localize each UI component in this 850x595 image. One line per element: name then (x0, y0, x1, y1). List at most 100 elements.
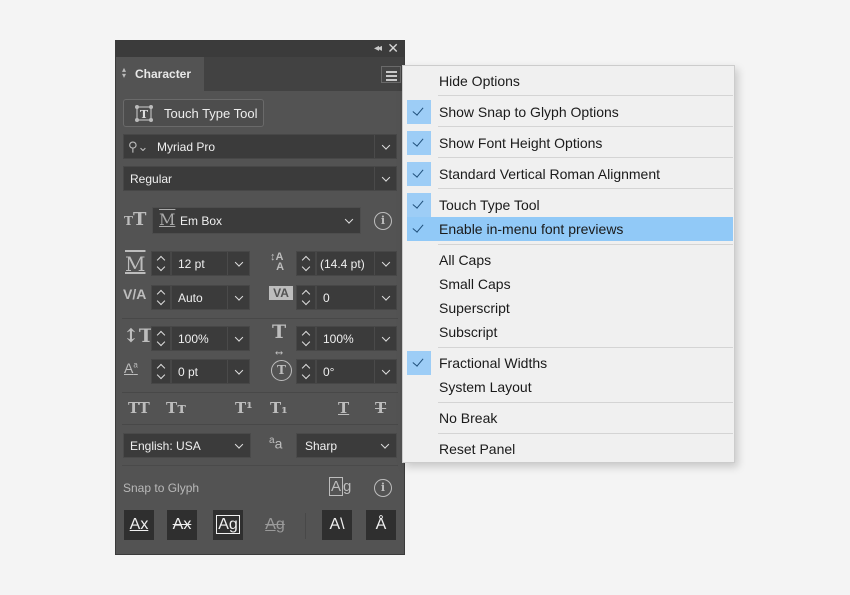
snap-proximity-button[interactable]: Ag (260, 510, 290, 540)
menu-item-touch-type-tool[interactable]: Touch Type Tool (403, 193, 734, 217)
snap-glyph-bounds-button[interactable]: Ag (213, 510, 243, 540)
font-size-field[interactable]: 12 pt (171, 251, 250, 276)
menu-item-hide-options[interactable]: Hide Options (403, 69, 734, 93)
checkmark-icon (407, 131, 431, 155)
kerning-stepper[interactable] (151, 285, 171, 310)
font-size-dropdown[interactable] (227, 252, 249, 275)
kerning-dropdown[interactable] (227, 286, 249, 309)
touch-type-label: Touch Type Tool (164, 106, 258, 121)
leading-stepper[interactable] (296, 251, 316, 276)
close-icon[interactable]: ✕ (387, 40, 399, 57)
snap-anchor-button[interactable]: Å (366, 510, 396, 540)
glyph-bounds-icon[interactable]: Ag (329, 477, 351, 496)
rotation-field[interactable]: 0° (316, 359, 397, 384)
chevron-down-icon[interactable] (156, 337, 166, 347)
tracking-stepper[interactable] (296, 285, 316, 310)
kerning-field[interactable]: Auto (171, 285, 250, 310)
chevron-down-icon[interactable] (156, 370, 166, 380)
menu-item-label: Reset Panel (439, 441, 516, 457)
snap-angular-button[interactable]: A\ (322, 510, 352, 540)
chevron-down-icon (380, 439, 390, 449)
tab-arrows-icon: ▴ ▾ (122, 65, 127, 80)
menu-item-enable-font-previews[interactable]: Enable in-menu font previews (407, 217, 733, 241)
font-style-dropdown[interactable] (374, 167, 396, 190)
underline-button[interactable]: T (338, 399, 349, 417)
vertical-scale-stepper[interactable] (151, 326, 171, 351)
baseline-shift-value: 0 pt (178, 364, 199, 379)
menu-item-reset-panel[interactable]: Reset Panel (403, 437, 734, 461)
touch-type-tool-button[interactable]: T Touch Type Tool (123, 99, 264, 127)
vertical-scale-icon: ↕T (123, 325, 154, 347)
menu-item-small-caps[interactable]: Small Caps (403, 272, 734, 296)
font-family-select[interactable]: ⚲⌄ Myriad Pro (123, 134, 397, 159)
rotation-stepper[interactable] (296, 359, 316, 384)
menu-separator (438, 157, 733, 158)
panel-titlebar[interactable]: ◂◂ ✕ (116, 40, 404, 57)
superscript-button[interactable]: T¹ (235, 399, 253, 417)
info-icon[interactable]: i (374, 212, 392, 230)
small-caps-button[interactable]: Tт (166, 399, 186, 417)
font-family-dropdown[interactable] (374, 135, 396, 158)
panel-flyout-menu: Hide Options Show Snap to Glyph Options … (402, 65, 735, 463)
tracking-field[interactable]: 0 (316, 285, 397, 310)
menu-item-superscript[interactable]: Superscript (403, 296, 734, 320)
rotation-dropdown[interactable] (374, 360, 396, 383)
tracking-dropdown[interactable] (374, 286, 396, 309)
anti-aliasing-dropdown[interactable] (374, 434, 396, 457)
anti-aliasing-select[interactable]: Sharp (296, 433, 397, 458)
language-dropdown[interactable] (228, 434, 250, 457)
chevron-down-icon[interactable] (156, 262, 166, 272)
vertical-scale-dropdown[interactable] (227, 327, 249, 350)
snap-x-height-button[interactable]: Ax (167, 510, 197, 540)
chevron-down-icon[interactable] (156, 296, 166, 306)
leading-dropdown[interactable] (374, 252, 396, 275)
chevron-down-icon (234, 291, 243, 301)
menu-item-fractional-widths[interactable]: Fractional Widths (403, 351, 734, 375)
tab-label: Character (135, 67, 192, 81)
chevron-down-icon[interactable] (301, 337, 311, 347)
menu-item-system-layout[interactable]: System Layout (403, 375, 734, 399)
character-panel: ◂◂ ✕ ▴ ▾ Character T Touch Type Tool ⚲⌄ M… (115, 40, 405, 555)
baseline-shift-field[interactable]: 0 pt (171, 359, 250, 384)
tab-row: ▴ ▾ Character (116, 57, 404, 91)
collapse-icon[interactable]: ◂◂ (374, 43, 382, 54)
checkmark-icon (407, 193, 431, 217)
subscript-button[interactable]: T₁ (270, 399, 288, 417)
menu-item-show-snap-to-glyph[interactable]: Show Snap to Glyph Options (403, 100, 734, 124)
em-box-select[interactable]: M Em Box (152, 207, 361, 234)
menu-icon (386, 71, 397, 73)
vertical-scale-field[interactable]: 100% (171, 326, 250, 351)
snap-to-glyph-label: Snap to Glyph (123, 481, 200, 495)
em-box-dropdown[interactable] (338, 208, 360, 233)
menu-item-standard-vertical-roman[interactable]: Standard Vertical Roman Alignment (403, 162, 734, 186)
em-box-value: Em Box (180, 213, 223, 228)
menu-item-show-font-height[interactable]: Show Font Height Options (403, 131, 734, 155)
baseline-shift-icon: Aa (124, 360, 138, 376)
baseline-shift-dropdown[interactable] (227, 360, 249, 383)
snap-baseline-button[interactable]: Ax (124, 510, 154, 540)
tab-character[interactable]: ▴ ▾ Character (116, 57, 204, 91)
horizontal-scale-dropdown[interactable] (374, 327, 396, 350)
horizontal-scale-stepper[interactable] (296, 326, 316, 351)
language-select[interactable]: English: USA (123, 433, 251, 458)
font-size-stepper[interactable] (151, 251, 171, 276)
chevron-down-icon[interactable] (301, 296, 311, 306)
panel-menu-button[interactable] (381, 66, 401, 83)
horizontal-scale-field[interactable]: 100% (316, 326, 397, 351)
leading-field[interactable]: (14.4 pt) (316, 251, 397, 276)
anti-aliasing-icon: aa (269, 435, 283, 452)
baseline-shift-stepper[interactable] (151, 359, 171, 384)
menu-item-label: Touch Type Tool (439, 197, 540, 213)
all-caps-button[interactable]: TT (128, 399, 150, 417)
chevron-down-icon[interactable] (301, 370, 311, 380)
menu-item-no-break[interactable]: No Break (403, 406, 734, 430)
menu-item-subscript[interactable]: Subscript (403, 320, 734, 344)
font-style-select[interactable]: Regular (123, 166, 397, 191)
strikethrough-button[interactable]: T (375, 399, 386, 417)
snap-info-icon[interactable]: i (374, 479, 392, 497)
menu-item-all-caps[interactable]: All Caps (403, 248, 734, 272)
chevron-down-icon[interactable] (301, 262, 311, 272)
character-rotation-icon: T (271, 360, 292, 381)
menu-separator (438, 188, 733, 189)
snap-glyph-bounds-label: Ag (216, 515, 240, 534)
